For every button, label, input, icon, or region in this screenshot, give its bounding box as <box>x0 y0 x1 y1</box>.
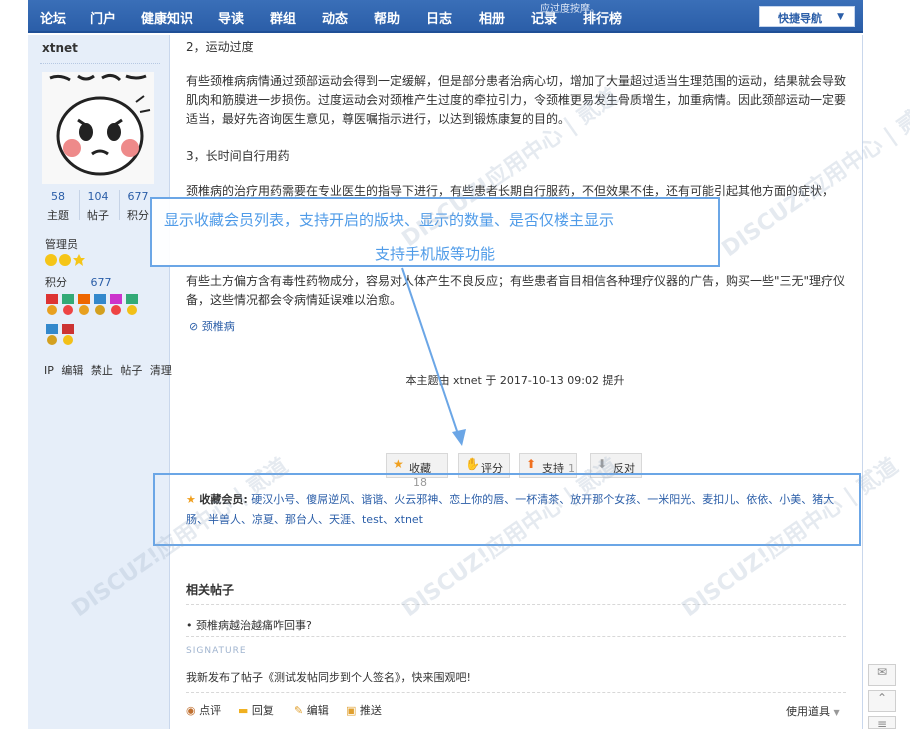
favorite-members: ★ 收藏会员: 硬汉小号、傻屌逆风、谐谐、火云邪神、恋上你的唇、一杯清茶、放开那… <box>186 490 846 530</box>
tools-label: 使用道具 <box>786 705 830 718</box>
callout-line-1: 显示收藏会员列表，支持开启的版块、显示的数量、是否仅楼主显示 <box>164 211 615 229</box>
related-item[interactable]: • 颈椎病越治越痛咋回事? <box>186 617 312 633</box>
annotation-arrow <box>401 267 466 446</box>
tools-dropdown[interactable]: 使用道具 ▼ <box>786 703 840 719</box>
feedback-button[interactable]: ✉ <box>868 664 896 686</box>
arrow-up-icon: ⬆ <box>526 457 537 471</box>
star-icon: ★ <box>186 493 196 506</box>
related-title: 相关帖子 <box>186 583 235 597</box>
signature-text: 我新发布了帖子《测试发帖同步到个人签名》，快来围观吧! <box>186 671 471 684</box>
push-icon: ▣ <box>346 704 357 717</box>
reply-icon: ▬ <box>238 704 249 717</box>
comment-icon: ◉ <box>186 704 196 717</box>
favorites-label: 收藏会员: <box>199 493 248 506</box>
back-to-top-button[interactable]: ⌃ <box>868 690 896 712</box>
reply-button[interactable]: ▬ 回复 <box>238 702 274 718</box>
divider <box>186 692 846 693</box>
menu-button[interactable]: ≡ <box>868 716 896 731</box>
comment-button[interactable]: ◉ 点评 <box>186 702 221 718</box>
divider <box>186 636 846 637</box>
chat-icon: ✉ <box>876 665 888 679</box>
star-icon: ★ <box>393 457 404 471</box>
arrow-up-icon: ⌃ <box>876 691 888 705</box>
signature-label: SIGNATURE <box>186 646 247 656</box>
thumb-icon: ✋ <box>465 457 480 471</box>
push-button[interactable]: ▣ 推送 <box>346 702 382 718</box>
push-label: 推送 <box>359 704 382 717</box>
edit-button[interactable]: ✎ 编辑 <box>294 702 329 718</box>
pencil-icon: ✎ <box>294 704 304 717</box>
feature-callout: 显示收藏会员列表，支持开启的版块、显示的数量、是否仅楼主显示 支持手机版等功能 <box>150 197 720 267</box>
divider <box>186 604 846 605</box>
arrow-down-icon: ⬇ <box>597 457 608 471</box>
reply-label: 回复 <box>251 704 274 717</box>
member-list[interactable]: 硬汉小号、傻屌逆风、谐谐、火云邪神、恋上你的唇、一杯清茶、放开那个女孩、一米阳光… <box>186 493 834 526</box>
comment-label: 点评 <box>199 704 222 717</box>
chevron-down-icon: ▼ <box>833 708 840 717</box>
edit-label: 编辑 <box>306 704 329 717</box>
callout-line-2: 支持手机版等功能 <box>374 245 495 263</box>
